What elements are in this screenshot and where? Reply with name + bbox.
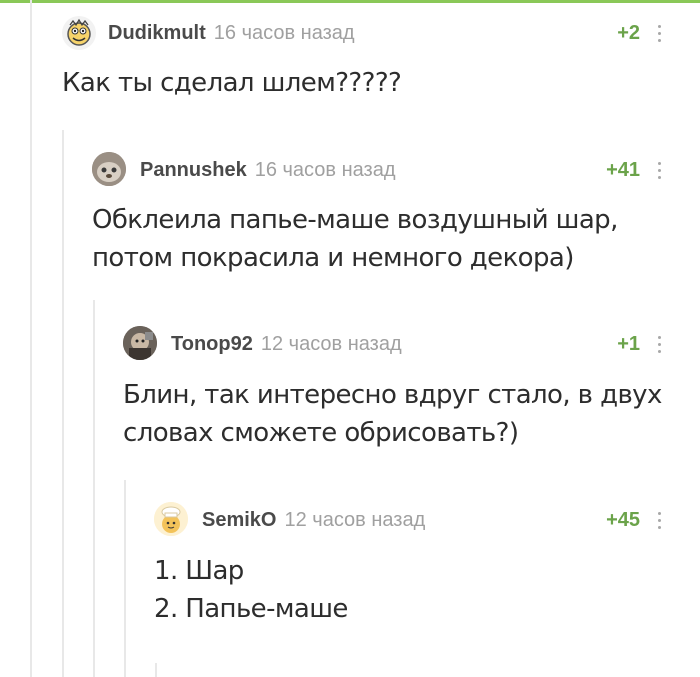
rating: +2 (617, 22, 640, 44)
comment-header: Dudikmult 16 часов назад (108, 21, 355, 45)
username-link[interactable]: SemikO (202, 509, 276, 531)
more-options-icon[interactable] (657, 162, 661, 182)
comment-text-line: 1. Шар (154, 556, 244, 586)
timestamp[interactable]: 16 часов назад (214, 22, 355, 44)
comment: Dudikmult 16 часов назад +2 Как ты сделал… (0, 0, 700, 120)
timestamp[interactable]: 12 часов назад (284, 509, 425, 531)
comment-header: Pannushek 16 часов назад (140, 158, 395, 182)
comment: Tonop92 12 часов назад +1 Блин, так интер… (0, 312, 700, 472)
username-link[interactable]: Pannushek (140, 159, 247, 181)
comment-text-line: 2. Папье-маше (154, 594, 348, 624)
comment: Pannushek 16 часов назад +41 Обклеила пап… (0, 140, 700, 290)
photo-avatar-icon[interactable] (92, 152, 126, 186)
comment-text: Обклеила папье-маше воздушный шар, потом… (92, 201, 618, 277)
cartoon-face-avatar-icon[interactable] (62, 16, 96, 50)
comment-text-line: Как ты сделал шлем????? (62, 68, 402, 98)
rating: +1 (617, 333, 640, 355)
comment-text: Блин, так интересно вдруг стало, в двух … (123, 376, 662, 452)
comment-text: Как ты сделал шлем????? (62, 64, 402, 102)
username-link[interactable]: Tonop92 (171, 333, 253, 355)
comment-header: SemikO 12 часов назад (202, 508, 425, 532)
username-link[interactable]: Dudikmult (108, 22, 206, 44)
comment-text: 1. Шар 2. Папье-маше (154, 552, 348, 628)
photo-avatar-icon[interactable] (123, 326, 157, 360)
comment-text-line: Блин, так интересно вдруг стало, в двух (123, 380, 662, 410)
timestamp[interactable]: 12 часов назад (261, 333, 402, 355)
thread-line-level-5[interactable] (155, 663, 157, 677)
rating: +45 (606, 509, 640, 531)
chef-avatar-icon[interactable] (154, 502, 188, 536)
more-options-icon[interactable] (657, 25, 661, 45)
comment-text-line: Обклеила папье-маше воздушный шар, (92, 205, 618, 235)
more-options-icon[interactable] (657, 336, 661, 356)
rating: +41 (606, 159, 640, 181)
comment-header: Tonop92 12 часов назад (171, 332, 402, 356)
comment-text-line: потом покрасила и немного декора) (92, 243, 574, 273)
more-options-icon[interactable] (657, 512, 661, 532)
comment: SemikO 12 часов назад +45 1. Шар 2. Папье… (0, 486, 700, 636)
timestamp[interactable]: 16 часов назад (255, 159, 396, 181)
comment-text-line: словах сможете обрисовать?) (123, 418, 519, 448)
